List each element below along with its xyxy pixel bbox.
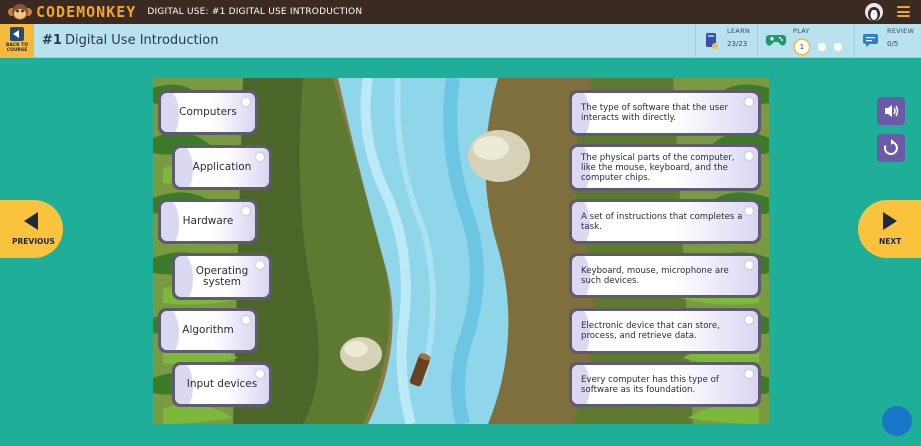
- definition-text: Every computer has this type of software…: [581, 374, 719, 395]
- term-label: Application: [192, 161, 252, 173]
- learn-progress[interactable]: LEARN 23/23: [695, 24, 757, 58]
- back-to-course-label: BACK TO COURSE: [5, 43, 29, 53]
- play-label: PLAY: [793, 27, 810, 35]
- learn-value: 23/23: [727, 40, 748, 48]
- user-avatar[interactable]: [865, 3, 883, 21]
- card-indicator: [242, 316, 250, 324]
- definition-card[interactable]: The physical parts of the computer, like…: [569, 144, 761, 191]
- reset-button[interactable]: [877, 134, 905, 162]
- term-label: Hardware: [182, 215, 234, 227]
- codemonkey-logo[interactable]: CODEMONKEY: [7, 2, 136, 22]
- card-indicator: [745, 370, 753, 378]
- term-card-application[interactable]: Application: [172, 145, 272, 190]
- definition-text: Electronic device that can store, proces…: [581, 321, 720, 341]
- hamburger-icon[interactable]: [897, 6, 910, 17]
- card-indicator: [242, 207, 250, 215]
- speaker-icon: [885, 105, 899, 117]
- definition-card[interactable]: Every computer has this type of software…: [569, 362, 761, 407]
- card-indicator: [256, 261, 264, 269]
- card-indicator: [745, 261, 753, 269]
- card-indicator: [256, 153, 264, 161]
- term-label: Operating system: [195, 264, 249, 288]
- book-icon: [706, 33, 718, 49]
- card-indicator: [242, 98, 250, 106]
- definition-text: A set of instructions that completes a t…: [581, 211, 743, 232]
- next-label: NEXT: [879, 237, 902, 246]
- previous-button[interactable]: PREVIOUS: [0, 200, 63, 258]
- card-indicator: [745, 152, 753, 160]
- term-card-computers[interactable]: Computers: [158, 90, 258, 135]
- next-button[interactable]: NEXT: [858, 200, 921, 258]
- help-chat-button[interactable]: [882, 406, 912, 436]
- learn-label: LEARN: [727, 27, 751, 35]
- brand-name: CODEMONKEY: [36, 3, 137, 21]
- lesson-header: BACK TO COURSE #1 Digital Use Introducti…: [0, 24, 921, 58]
- monkey-face-icon: [7, 2, 33, 22]
- term-card-input-devices[interactable]: Input devices: [172, 362, 272, 407]
- definition-card[interactable]: Keyboard, mouse, microphone are such dev…: [569, 253, 761, 298]
- matching-game-board: Computers Application Hardware Operating…: [153, 78, 769, 424]
- term-card-algorithm[interactable]: Algorithm: [158, 308, 258, 353]
- sound-button[interactable]: [877, 97, 905, 125]
- chat-icon: [863, 34, 878, 47]
- card-indicator: [745, 316, 753, 324]
- definition-text: The type of software that the user inter…: [581, 103, 729, 123]
- definition-card[interactable]: Electronic device that can store, proces…: [569, 308, 761, 354]
- term-label: Algorithm: [182, 324, 234, 336]
- card-indicator: [745, 207, 753, 215]
- play-step-current[interactable]: 1: [795, 40, 809, 54]
- arrow-right-icon: [883, 212, 897, 230]
- play-step[interactable]: [834, 43, 842, 51]
- term-label: Input devices: [186, 378, 258, 390]
- definition-text: Keyboard, mouse, microphone are such dev…: [581, 265, 729, 286]
- gamepad-icon: [765, 35, 787, 46]
- review-value: 0/5: [887, 40, 899, 48]
- back-to-course-button[interactable]: BACK TO COURSE: [0, 24, 34, 58]
- term-card-operating-system[interactable]: Operating system: [172, 253, 272, 300]
- reset-icon: [883, 139, 898, 155]
- top-bar: CODEMONKEY DIGITAL USE: #1 DIGITAL USE I…: [0, 0, 921, 24]
- play-step[interactable]: [818, 43, 826, 51]
- review-label: REVIEW: [887, 27, 915, 35]
- lesson-number: #1: [42, 33, 62, 48]
- card-indicator: [256, 370, 264, 378]
- review-progress[interactable]: REVIEW 0/5: [854, 24, 921, 58]
- definition-card[interactable]: A set of instructions that completes a t…: [569, 199, 761, 244]
- term-card-hardware[interactable]: Hardware: [158, 199, 258, 244]
- definition-card[interactable]: The type of software that the user inter…: [569, 90, 761, 136]
- lesson-title: Digital Use Introduction: [65, 33, 219, 48]
- card-indicator: [745, 98, 753, 106]
- previous-label: PREVIOUS: [12, 237, 55, 246]
- term-label: Computers: [179, 106, 237, 118]
- definition-text: The physical parts of the computer, like…: [581, 152, 735, 183]
- page-title: DIGITAL USE: #1 DIGITAL USE INTRODUCTION: [147, 7, 363, 17]
- back-arrow-icon: [10, 27, 24, 41]
- arrow-left-icon: [24, 212, 38, 230]
